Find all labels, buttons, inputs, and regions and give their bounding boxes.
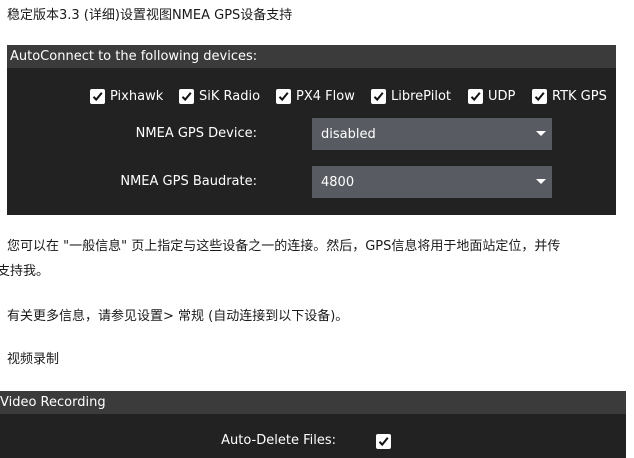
- device-checkbox-row: Pixhawk SiK Radio PX4 Flow LibrePilot UD…: [7, 86, 616, 106]
- video-recording-panel: Video Recording Auto-Delete Files:: [0, 391, 626, 458]
- device-rtk-gps[interactable]: RTK GPS: [532, 86, 607, 106]
- device-label: Pixhawk: [110, 88, 164, 104]
- nmea-baud-value: 4800: [321, 174, 355, 190]
- doc-heading: 稳定版本3.3 (详细)设置视图NMEA GPS设备支持: [7, 8, 293, 23]
- device-librepilot[interactable]: LibrePilot: [371, 86, 451, 106]
- nmea-device-label: NMEA GPS Device:: [135, 126, 257, 141]
- checkbox-checked-icon[interactable]: [532, 88, 547, 104]
- checkmark-icon: [378, 437, 389, 447]
- autoconnect-panel: AutoConnect to the following devices: Pi…: [7, 45, 616, 215]
- device-label: UDP: [488, 88, 516, 104]
- auto-delete-checkbox[interactable]: [376, 434, 391, 449]
- device-pixhawk[interactable]: Pixhawk: [90, 86, 163, 106]
- dropdown-arrow-icon: [536, 179, 546, 184]
- auto-delete-label: Auto-Delete Files:: [221, 433, 336, 448]
- device-sik-radio[interactable]: SiK Radio: [179, 86, 260, 106]
- dropdown-arrow-icon: [536, 131, 546, 136]
- nmea-device-value: disabled: [321, 126, 376, 142]
- checkbox-checked-icon[interactable]: [371, 88, 386, 104]
- device-udp[interactable]: UDP: [468, 86, 515, 106]
- nmea-baud-select[interactable]: 4800: [312, 166, 552, 198]
- doc-paragraph-2: 有关更多信息，请参见设置> 常规 (自动连接到以下设备)。: [7, 309, 349, 324]
- device-label: RTK GPS: [552, 88, 607, 104]
- checkbox-checked-icon[interactable]: [90, 88, 105, 104]
- doc-paragraph-1-line-1: 您可以在 "一般信息" 页上指定与这些设备之一的连接。然后，GPS信息将用于地面…: [7, 239, 561, 254]
- autoconnect-header: AutoConnect to the following devices:: [7, 45, 616, 68]
- device-label: PX4 Flow: [296, 88, 355, 104]
- device-label: LibrePilot: [391, 88, 451, 104]
- checkbox-checked-icon[interactable]: [276, 88, 291, 104]
- video-recording-header: Video Recording: [0, 391, 626, 414]
- checkbox-checked-icon[interactable]: [179, 88, 194, 104]
- device-label: SiK Radio: [199, 88, 261, 104]
- doc-paragraph-1-line-2: 支持我。: [0, 264, 50, 279]
- nmea-baud-label: NMEA GPS Baudrate:: [120, 174, 257, 189]
- checkbox-checked-icon[interactable]: [468, 88, 483, 104]
- nmea-device-select[interactable]: disabled: [312, 118, 552, 150]
- device-px4-flow[interactable]: PX4 Flow: [276, 86, 355, 106]
- doc-paragraph-3: 视频录制: [7, 352, 60, 367]
